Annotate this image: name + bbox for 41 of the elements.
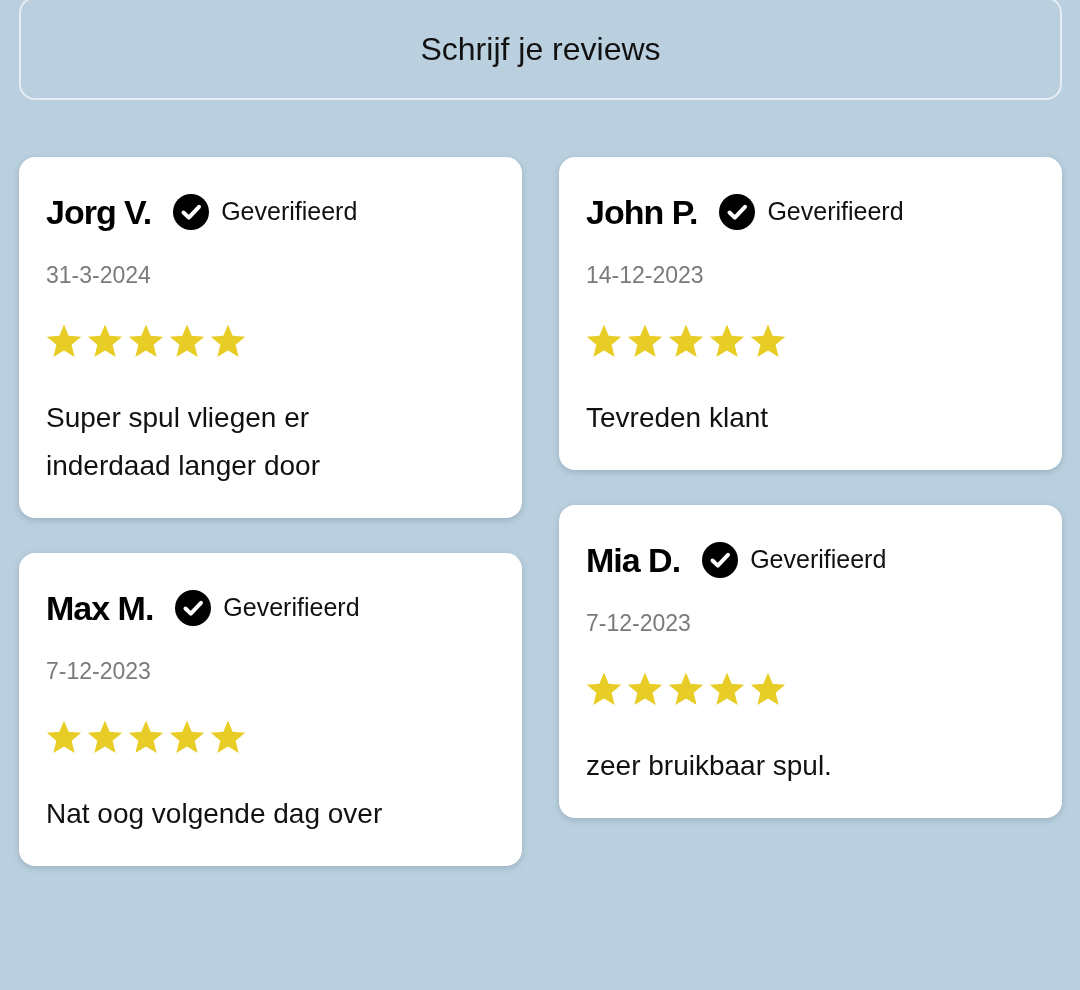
star-icon (668, 671, 704, 707)
write-review-button[interactable]: Schrijf je reviews (19, 0, 1062, 100)
star-icon (586, 323, 622, 359)
review-text: Super spul vliegen er inderdaad langer door (46, 401, 321, 483)
star-icon (627, 323, 663, 359)
star-icon (46, 719, 82, 755)
star-icon (627, 671, 663, 707)
star-icon (750, 671, 786, 707)
verified-check-icon (719, 194, 756, 230)
reviewer-name: Max M. (46, 588, 154, 629)
review-text: zeer bruikbaar spul. (586, 749, 833, 783)
reviewer-name: John P. (586, 192, 698, 233)
review-date: 7-12-2023 (46, 657, 152, 686)
star-icon (87, 719, 123, 755)
reviewer-name: Jorg V. (46, 192, 152, 233)
star-icon (586, 671, 622, 707)
star-icon (169, 719, 205, 755)
star-icon (46, 323, 82, 359)
verified-check-icon (173, 194, 210, 230)
star-icon (210, 323, 246, 359)
verified-check-icon (175, 590, 212, 626)
star-icon (87, 323, 123, 359)
star-icon (750, 323, 786, 359)
review-date: 31-3-2024 (46, 261, 152, 290)
verified-label: Geverifieerd (223, 592, 360, 624)
reviewer-name: Mia D. (586, 540, 681, 581)
star-icon (668, 323, 704, 359)
verified-check-icon (702, 542, 739, 578)
star-icon (709, 671, 745, 707)
review-text: Nat oog volgende dag over (46, 797, 384, 831)
star-icon (169, 323, 205, 359)
star-icon (210, 719, 246, 755)
review-date: 14-12-2023 (586, 261, 705, 290)
verified-label: Geverifieerd (221, 196, 358, 228)
star-icon (128, 323, 164, 359)
verified-label: Geverifieerd (750, 544, 887, 576)
star-icon (709, 323, 745, 359)
review-date: 7-12-2023 (586, 609, 692, 638)
verified-label: Geverifieerd (767, 196, 904, 228)
review-text: Tevreden klant (586, 401, 770, 435)
star-icon (128, 719, 164, 755)
